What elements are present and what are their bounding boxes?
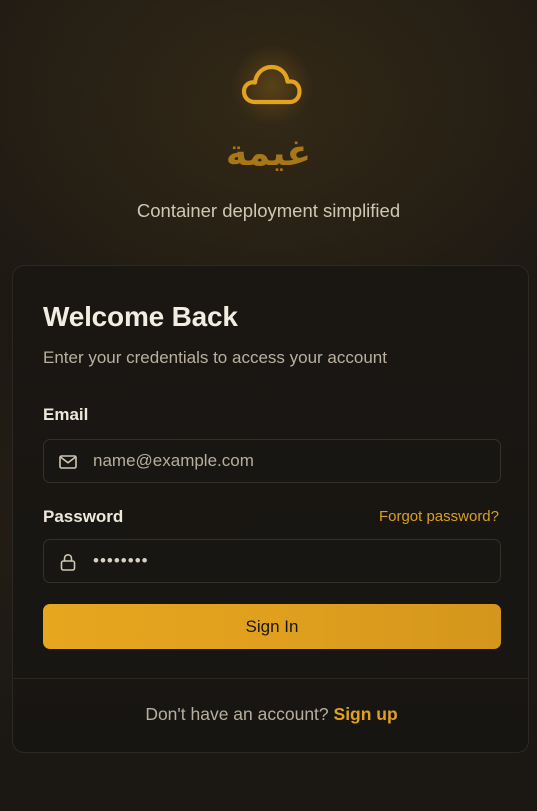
email-label: Email — [43, 405, 89, 424]
card-subtitle: Enter your credentials to access your ac… — [43, 348, 387, 367]
signup-row: Don't have an account? Sign up — [13, 703, 530, 725]
password-input[interactable] — [93, 540, 488, 582]
sign-up-link[interactable]: Sign up — [334, 704, 398, 724]
brand-logo — [222, 42, 322, 128]
email-input[interactable] — [93, 440, 488, 482]
card-title: Welcome Back — [43, 301, 238, 332]
password-field[interactable] — [43, 539, 501, 583]
card-divider — [14, 678, 529, 679]
email-field[interactable] — [43, 439, 501, 483]
sign-in-button[interactable]: Sign In — [43, 604, 501, 649]
login-card: Welcome Back Enter your credentials to a… — [12, 265, 529, 753]
signup-prompt: Don't have an account? — [145, 704, 334, 724]
cloud-icon — [241, 64, 302, 105]
password-label: Password — [43, 507, 124, 526]
lock-icon — [58, 552, 78, 572]
brand-tagline: Container deployment simplified — [136, 200, 401, 221]
brand-name: غيمة — [225, 133, 312, 174]
forgot-password-link[interactable]: Forgot password? — [379, 507, 499, 527]
mail-icon — [58, 452, 78, 472]
